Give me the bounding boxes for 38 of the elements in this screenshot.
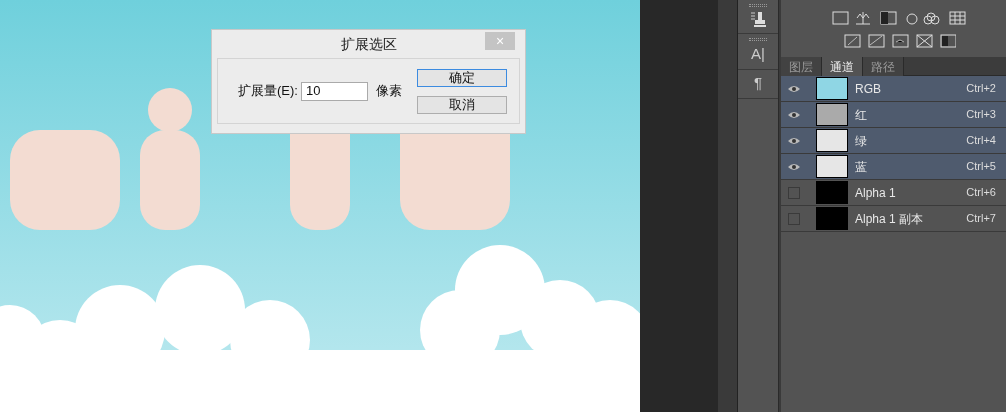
unit-label: 像素 [375,82,402,101]
eye-icon[interactable] [788,110,800,119]
visibility-checkbox[interactable] [788,212,800,225]
eye-icon[interactable] [788,162,800,171]
adjustment-icons-row[interactable] [831,9,968,26]
panel-tab[interactable]: 路径 [863,57,904,76]
dialog-button[interactable]: 确定 [417,68,507,87]
shortcut-label: Ctrl+2 [966,81,996,97]
paragraph-panel-icon[interactable]: ¶ [753,74,763,92]
channel-name: Alpha 1 [855,184,897,202]
channel-name: 蓝 [855,158,868,176]
channel-name: 红 [855,106,868,124]
channel-name: 绿 [855,132,868,150]
channel-row[interactable]: Alpha 1 Ctrl+6 [781,180,1006,206]
channel-row[interactable]: RGB Ctrl+2 [781,76,1006,102]
channel-name: Alpha 1 副本 [855,210,925,228]
shortcut-label: Ctrl+4 [966,133,996,149]
eye-icon[interactable] [788,136,800,145]
shortcut-label: Ctrl+3 [966,107,996,123]
visibility-checkbox[interactable] [788,186,800,199]
field-label: 扩展量(E): [238,82,298,101]
channel-row[interactable]: 红 Ctrl+3 [781,102,1006,128]
dialog-button[interactable]: 取消 [417,95,507,114]
channel-row[interactable]: Alpha 1 副本 Ctrl+7 [781,206,1006,232]
panel-tab[interactable]: 通道 [822,57,863,76]
shortcut-label: Ctrl+6 [966,185,996,201]
channel-row[interactable]: 绿 Ctrl+4 [781,128,1006,154]
shortcut-label: Ctrl+7 [966,211,996,227]
channel-name: RGB [855,80,882,98]
stamp-icon[interactable] [750,11,766,27]
dialog-title: 扩展选区 [340,34,397,54]
channel-row[interactable]: 蓝 Ctrl+5 [781,154,1006,180]
panel-tab[interactable]: 图层 [781,57,822,76]
amount-field[interactable]: 10 [300,81,368,101]
eye-icon[interactable] [788,84,800,93]
adjustment-icons-row[interactable] [843,33,956,48]
character-panel-icon[interactable]: A| [751,45,765,63]
shortcut-label: Ctrl+5 [966,159,996,175]
